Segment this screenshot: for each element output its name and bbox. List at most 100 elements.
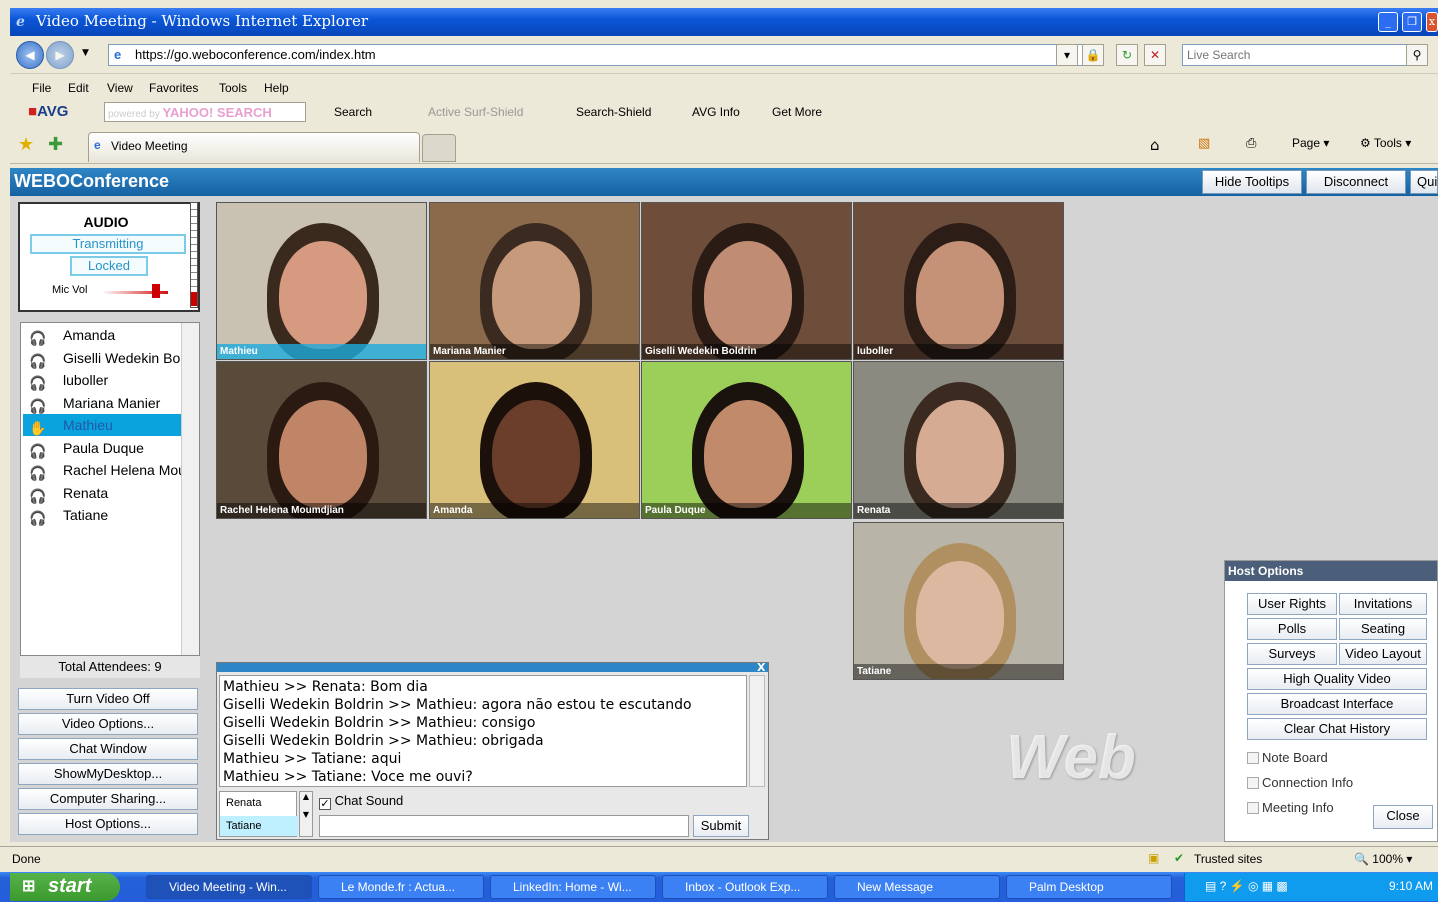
transmitting-button[interactable]: Transmitting — [30, 234, 186, 254]
video-tile[interactable]: Mariana Manier — [429, 202, 640, 360]
mic-volume-thumb[interactable] — [152, 284, 160, 298]
feeds-icon[interactable]: ▧ — [1198, 136, 1210, 151]
video-tile[interactable]: luboller — [853, 202, 1064, 360]
active-surf-shield[interactable]: Active Surf-Shield — [428, 105, 523, 119]
live-search-input[interactable] — [1182, 44, 1408, 66]
video-tile[interactable]: Tatiane — [853, 522, 1064, 680]
user-rights-button[interactable]: User Rights — [1247, 593, 1337, 615]
video-tile[interactable]: Rachel Helena Moumdjian — [216, 361, 427, 519]
get-more-button[interactable]: Get More — [772, 105, 822, 119]
new-tab-button[interactable] — [422, 134, 456, 162]
recipient-scrollbar[interactable]: ▲ ▼ — [299, 791, 313, 837]
add-favorite-icon[interactable]: ✚ — [48, 134, 63, 155]
attendee-item[interactable]: 🎧 Mariana Manier — [23, 392, 183, 414]
polls-button[interactable]: Polls — [1247, 618, 1337, 640]
security-zone[interactable]: Trusted sites — [1194, 852, 1262, 866]
yahoo-search-input[interactable]: powered by YAHOO! SEARCH — [104, 102, 306, 122]
surveys-button[interactable]: Surveys — [1247, 643, 1337, 665]
minimize-button[interactable]: _ — [1378, 12, 1398, 32]
chat-window-button[interactable]: Chat Window — [18, 738, 198, 760]
address-dropdown-icon[interactable]: ▾ — [1056, 44, 1078, 66]
zoom-level[interactable]: 🔍 100% ▾ — [1354, 852, 1412, 866]
hide-tooltips-button[interactable]: Hide Tooltips — [1202, 170, 1302, 194]
computer-sharing-button[interactable]: Computer Sharing... — [18, 788, 198, 810]
address-bar[interactable]: e https://go.weboconference.com/index.ht… — [108, 44, 1088, 66]
taskbar-item-le-monde[interactable]: Le Monde.fr : Actua... — [318, 875, 484, 899]
video-tile[interactable]: Paula Duque — [641, 361, 852, 519]
history-dropdown-icon[interactable]: ▼ — [82, 48, 89, 58]
video-tile[interactable]: Giselli Wedekin Boldrin — [641, 202, 852, 360]
video-options-button[interactable]: Video Options... — [18, 713, 198, 735]
recipient-item[interactable]: Renata — [226, 797, 261, 809]
taskbar-item-palm-desktop[interactable]: Palm Desktop — [1006, 875, 1172, 899]
invitations-button[interactable]: Invitations — [1339, 593, 1427, 615]
attendee-item[interactable]: 🎧 Rachel Helena Mou — [23, 459, 183, 481]
maximize-button[interactable]: ❐ — [1402, 12, 1422, 32]
attendee-item[interactable]: 🎧 Tatiane — [23, 504, 183, 526]
video-tile[interactable]: Renata — [853, 361, 1064, 519]
tools-menu[interactable]: ⚙ Tools ▾ — [1360, 136, 1411, 150]
turn-video-off-button[interactable]: Turn Video Off — [18, 688, 198, 710]
connection-info-checkbox[interactable]: Connection Info — [1247, 775, 1353, 790]
home-icon[interactable]: ⌂ — [1150, 136, 1160, 154]
back-button[interactable]: ◀ — [16, 41, 44, 69]
chat-input[interactable] — [319, 815, 689, 837]
search-shield-button[interactable]: Search-Shield — [576, 105, 651, 119]
high-quality-video-button[interactable]: High Quality Video — [1247, 668, 1427, 690]
menu-view[interactable]: View — [107, 81, 133, 95]
close-host-options-button[interactable]: Close — [1373, 805, 1433, 829]
chat-close-icon[interactable]: X — [757, 661, 765, 674]
host-options-button[interactable]: Host Options... — [18, 813, 198, 835]
search-icon[interactable]: ⚲ — [1406, 44, 1428, 66]
search-button[interactable]: Search — [334, 105, 372, 119]
chat-log-scrollbar[interactable] — [749, 675, 765, 787]
locked-button[interactable]: Locked — [70, 256, 148, 276]
video-tile[interactable]: Amanda — [429, 361, 640, 519]
clear-chat-history-button[interactable]: Clear Chat History — [1247, 718, 1427, 740]
recipient-item-selected[interactable]: Tatiane — [220, 816, 298, 836]
avg-info-button[interactable]: AVG Info — [692, 105, 740, 119]
attendee-item[interactable]: 🎧 luboller — [23, 369, 183, 391]
taskbar-item-new-message[interactable]: New Message — [834, 875, 1000, 899]
disconnect-button[interactable]: Disconnect — [1306, 170, 1406, 194]
menu-tools[interactable]: Tools — [219, 81, 247, 95]
attendee-item-selected[interactable]: ✋ Mathieu — [23, 414, 183, 436]
tray-icons[interactable]: ▤ ? ⚡ ◎ ▦ ▩ — [1205, 879, 1288, 893]
favorites-star-icon[interactable]: ★ — [18, 134, 34, 155]
forward-button[interactable]: ▶ — [46, 41, 74, 69]
submit-button[interactable]: Submit — [693, 815, 749, 837]
page-menu[interactable]: Page ▾ — [1292, 136, 1329, 150]
attendee-item[interactable]: 🎧 Renata — [23, 482, 183, 504]
tab-video-meeting[interactable]: e Video Meeting — [88, 132, 420, 162]
start-button[interactable]: ⊞ start — [10, 873, 120, 901]
taskbar-item-outlook[interactable]: Inbox - Outlook Exp... — [662, 875, 828, 899]
avg-logo[interactable]: ■AVG — [28, 103, 68, 120]
menu-file[interactable]: File — [32, 81, 51, 95]
chat-title-bar[interactable] — [217, 663, 768, 672]
attendee-item[interactable]: 🎧 Giselli Wedekin Bo — [23, 347, 183, 369]
broadcast-interface-button[interactable]: Broadcast Interface — [1247, 693, 1427, 715]
attendee-item[interactable]: 🎧 Paula Duque — [23, 437, 183, 459]
lock-icon[interactable]: 🔒 — [1082, 44, 1104, 66]
menu-favorites[interactable]: Favorites — [149, 81, 198, 95]
close-window-button[interactable]: x — [1426, 12, 1438, 32]
window-title-bar[interactable]: e Video Meeting - Windows Internet Explo… — [10, 8, 1438, 36]
note-board-checkbox[interactable]: Note Board — [1247, 750, 1328, 765]
show-my-desktop-button[interactable]: ShowMyDesktop... — [18, 763, 198, 785]
participant-face — [704, 241, 792, 349]
stop-icon[interactable]: ✕ — [1144, 44, 1166, 66]
video-tile[interactable]: Mathieu — [216, 202, 427, 360]
menu-edit[interactable]: Edit — [68, 81, 89, 95]
menu-help[interactable]: Help — [264, 81, 289, 95]
seating-button[interactable]: Seating — [1339, 618, 1427, 640]
refresh-icon[interactable]: ↻ — [1116, 44, 1138, 66]
meeting-info-checkbox[interactable]: Meeting Info — [1247, 800, 1334, 815]
taskbar-item-video-meeting[interactable]: Video Meeting - Win... — [146, 875, 312, 899]
print-icon[interactable]: ⎙ — [1246, 136, 1256, 151]
taskbar-item-linkedin[interactable]: LinkedIn: Home - Wi... — [490, 875, 656, 899]
attendee-list-scrollbar[interactable] — [181, 323, 199, 655]
chat-sound-checkbox[interactable]: ✓ Chat Sound — [319, 793, 403, 810]
video-layout-button[interactable]: Video Layout — [1339, 643, 1427, 665]
attendee-item[interactable]: 🎧 Amanda — [23, 324, 183, 346]
quit-button[interactable]: Qui — [1410, 170, 1438, 194]
